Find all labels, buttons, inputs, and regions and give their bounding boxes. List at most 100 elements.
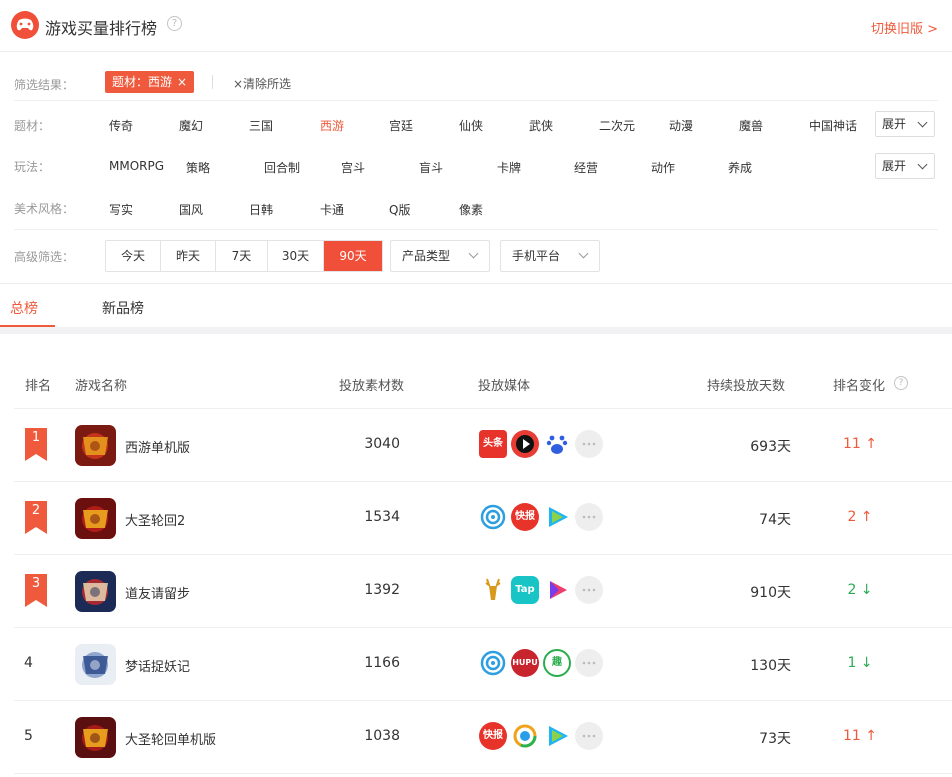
tab-overall[interactable]: 总榜	[10, 298, 38, 318]
filter-option[interactable]: 中国神话	[809, 117, 857, 134]
delivery-days: 74天	[759, 512, 791, 528]
more-media-icon[interactable]	[575, 722, 603, 750]
gameplay-expand-button[interactable]: 展开	[875, 153, 935, 179]
more-media-icon[interactable]	[575, 430, 603, 458]
filter-option[interactable]: 卡牌	[497, 159, 521, 176]
period-option[interactable]: 7天	[216, 241, 268, 271]
filter-option[interactable]: 回合制	[264, 159, 300, 176]
media-list: 头条	[479, 430, 607, 458]
more-media-icon[interactable]	[575, 576, 603, 604]
page-title: 游戏买量排行榜	[45, 19, 158, 38]
period-option[interactable]: 30天	[268, 241, 324, 271]
more-media-icon[interactable]	[575, 649, 603, 677]
filter-option[interactable]: 策略	[186, 159, 210, 176]
expand-label: 展开	[882, 159, 907, 173]
filter-option[interactable]: 像素	[459, 201, 483, 218]
filter-option[interactable]: 魔兽	[739, 117, 763, 134]
delivery-days: 910天	[750, 585, 791, 601]
game-name[interactable]: 梦话捉妖记	[125, 656, 190, 675]
media-list: Tap	[479, 576, 607, 604]
tencent-video-icon	[543, 503, 571, 531]
filter-option[interactable]: 宫廷	[389, 117, 413, 134]
selected-filter-tag[interactable]: 题材：西游 ×	[105, 71, 195, 93]
filter-option[interactable]: 二次元	[599, 117, 635, 134]
period-selector: 今天 昨天 7天 30天 90天	[105, 240, 383, 272]
period-option[interactable]: 今天	[106, 241, 161, 271]
filter-option[interactable]: 仙侠	[459, 117, 483, 134]
vshare-icon	[511, 722, 539, 750]
col-game-name: 游戏名称	[75, 379, 128, 394]
material-count: 1166	[364, 655, 400, 671]
rank-ribbon-icon: 1	[25, 428, 47, 461]
filter-option[interactable]: 西游	[320, 117, 344, 134]
table-row[interactable]: 2 大圣轮回2 1534 快报 74天 2 ↑	[0, 482, 952, 555]
divider	[14, 229, 938, 230]
filter-option[interactable]: 盲斗	[419, 159, 443, 176]
filter-option[interactable]: 写实	[109, 201, 133, 218]
platform-dropdown[interactable]: 手机平台	[500, 240, 600, 272]
chevron-down-icon	[468, 248, 479, 259]
selected-filter-text: 题材：西游	[112, 75, 173, 89]
filter-option[interactable]: 日韩	[249, 201, 273, 218]
game-app-icon[interactable]	[75, 644, 116, 685]
filter-option[interactable]: 传奇	[109, 117, 133, 134]
toutiao-icon: 头条	[479, 430, 507, 458]
table-row[interactable]: 3 道友请留步 1392 Tap 910天 2 ↓	[0, 555, 952, 628]
kuaikan-icon: 快报	[479, 722, 507, 750]
period-option[interactable]: 90天	[324, 241, 382, 271]
filter-option[interactable]: 卡通	[320, 201, 344, 218]
filter-option[interactable]: 国风	[179, 201, 203, 218]
remove-tag-icon[interactable]: ×	[177, 71, 187, 93]
rank-change: 11 ↑	[843, 436, 877, 452]
game-app-icon[interactable]	[75, 498, 116, 539]
product-type-dropdown[interactable]: 产品类型	[390, 240, 490, 272]
col-material-count: 投放素材数	[339, 379, 405, 394]
play-icon	[543, 576, 571, 604]
media-list: HUPU 趣	[479, 649, 607, 677]
orbit-icon	[479, 503, 507, 531]
filter-option[interactable]: 宫斗	[341, 159, 365, 176]
deer-icon	[479, 576, 507, 604]
filter-option[interactable]: Q版	[389, 201, 410, 218]
clear-all-button[interactable]: ×清除所选	[233, 75, 291, 92]
filter-option[interactable]: 动作	[651, 159, 675, 176]
filter-option[interactable]: 动漫	[669, 117, 693, 134]
period-option[interactable]: 昨天	[161, 241, 216, 271]
material-count: 1392	[364, 582, 400, 598]
page-header: 游戏买量排行榜 ? 切换旧版 >	[0, 0, 952, 52]
expand-label: 展开	[882, 117, 907, 131]
rank-ribbon-icon: 3	[25, 574, 47, 607]
game-app-icon[interactable]	[75, 571, 116, 612]
delivery-days: 73天	[759, 731, 791, 747]
switch-old-version-link[interactable]: 切换旧版 >	[871, 18, 938, 37]
table-row[interactable]: 5 大圣轮回单机版 1038 快报 73天 11 ↑	[0, 701, 952, 774]
filter-option[interactable]: 武侠	[529, 117, 553, 134]
filter-option[interactable]: 三国	[249, 117, 273, 134]
filter-option[interactable]: 经营	[574, 159, 598, 176]
filter-result-label: 筛选结果：	[14, 78, 75, 92]
filter-option[interactable]: 魔幻	[179, 117, 203, 134]
game-name[interactable]: 大圣轮回单机版	[125, 729, 216, 748]
filter-option[interactable]: 养成	[728, 159, 752, 176]
help-icon[interactable]: ?	[894, 376, 908, 390]
filter-option[interactable]: MMORPG	[109, 159, 164, 173]
tab-new-products[interactable]: 新品榜	[102, 298, 144, 318]
material-count: 3040	[364, 436, 400, 452]
game-name[interactable]: 道友请留步	[125, 583, 190, 602]
game-name[interactable]: 西游单机版	[125, 437, 190, 456]
help-icon[interactable]: ?	[167, 16, 182, 31]
rank-change: 1 ↓	[847, 655, 873, 671]
table-row[interactable]: 4 梦话捉妖记 1166 HUPU 趣 130天 1 ↓	[0, 628, 952, 701]
table-row[interactable]: 1 西游单机版 3040 头条 693天 11 ↑	[0, 409, 952, 482]
delivery-days: 693天	[750, 439, 791, 455]
game-app-icon[interactable]	[75, 425, 116, 466]
section-separator	[0, 327, 952, 334]
game-app-icon[interactable]	[75, 717, 116, 758]
theme-expand-button[interactable]: 展开	[875, 111, 935, 137]
game-name[interactable]: 大圣轮回2	[125, 510, 185, 529]
more-media-icon[interactable]	[575, 503, 603, 531]
platform-label: 手机平台	[512, 249, 561, 263]
product-type-label: 产品类型	[402, 249, 451, 263]
col-days: 持续投放天数	[707, 379, 786, 394]
gamepad-logo-icon	[11, 11, 39, 39]
